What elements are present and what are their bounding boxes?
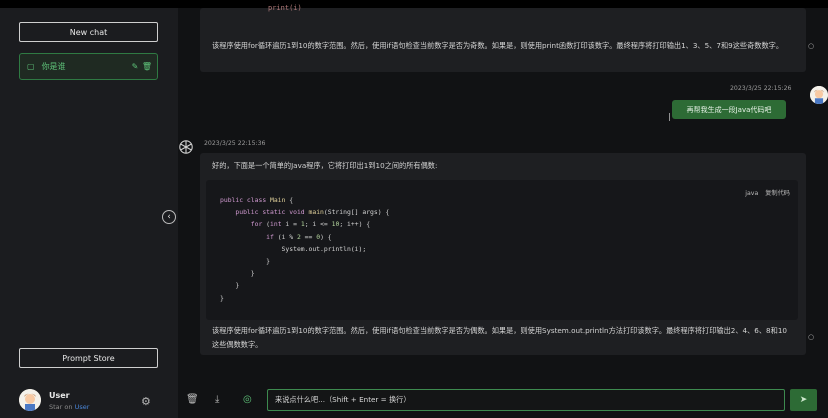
code-line: if (i % 2 == 0) { [266,232,332,241]
input-bar: 🗑 ⤓ ◎ 来说点什么吧...（Shift + Enter = 换行） ➤ [178,382,828,418]
star-prefix: Star on [49,403,73,411]
prompt-store-button[interactable]: Prompt Store [19,348,158,368]
openai-logo-icon [178,139,194,155]
send-button[interactable]: ➤ [790,389,817,411]
code-line: } [220,281,240,290]
user-message-avatar [810,86,828,104]
code-line: public static void main(String[] args) { [235,208,390,217]
download-icon[interactable]: ⤓ [215,394,219,405]
star-on-text: Star on User [49,403,89,411]
trash-icon[interactable]: 🗑 [141,62,153,71]
copy-code-button[interactable]: 复制代码 [765,190,790,197]
chat-list-item-label: 你是谁 [41,62,66,71]
chat-list-item[interactable]: ▢ 你是谁 ✎ 🗑 [19,53,158,80]
chat-area: print(i) 该程序使用for循环遍历1到10的数字范围。然后，使用if语句… [178,4,828,418]
user-name: User [49,391,70,400]
top-black-bar [0,0,828,8]
code-content: public class Main { public static void m… [220,194,389,304]
user-area: User Star on User ⚙ [0,382,178,418]
trash-icon[interactable]: 🗑 [186,394,199,405]
bot-outro-text: 该程序使用for循环遍历1到10的数字范围。然后，使用if语句检查当前数字是否为… [212,326,787,349]
bot-timestamp: 2023/3/25 22:15:36 [204,140,266,147]
new-chat-button[interactable]: New chat [19,22,158,42]
send-icon: ➤ [799,395,808,405]
whatsapp-icon[interactable]: ◎ [243,394,252,405]
bot-intro-text: 好的，下面是一个简单的Java程序，它将打印出1到10之间的所有偶数: [212,161,438,170]
edit-icon[interactable]: ✎ [129,62,141,71]
code-line: for (int i = 1; i <= 10; i++) { [250,220,371,229]
code-line: public class Main { [220,196,294,204]
collapse-sidebar-button[interactable]: ‹ [162,210,176,224]
code-line: } [220,257,271,266]
star-link[interactable]: User [75,403,90,411]
settings-gear-icon[interactable]: ⚙ [141,395,151,408]
code-line: } [220,269,255,278]
code-line: } [220,293,224,302]
code-header: java 复制代码 [738,188,790,197]
sidebar: New chat ▢ 你是谁 ✎ 🗑 Prompt Store User Sta… [0,8,178,418]
user-message-bubble: 再帮我生成一段Java代码吧 [672,100,786,119]
chat-input[interactable]: 来说点什么吧...（Shift + Enter = 换行） [267,389,785,411]
code-line: System.out.println(i); [220,244,367,253]
avatar[interactable] [19,389,41,411]
code-language: java [745,190,759,197]
message-options-icon[interactable]: ○ [808,42,814,50]
code-block: java 复制代码 public class Main { public stat… [206,180,798,320]
message-options-icon[interactable]: ○ [808,333,814,341]
chat-square-icon: ▢ [27,62,35,71]
text-cursor-icon: | [668,112,671,121]
code-fragment: print(i) [268,4,302,12]
previous-bot-text: 该程序使用for循环遍历1到10的数字范围。然后，使用if语句检查当前数字是否为… [212,41,784,50]
user-timestamp: 2023/3/25 22:15:26 [730,85,792,92]
